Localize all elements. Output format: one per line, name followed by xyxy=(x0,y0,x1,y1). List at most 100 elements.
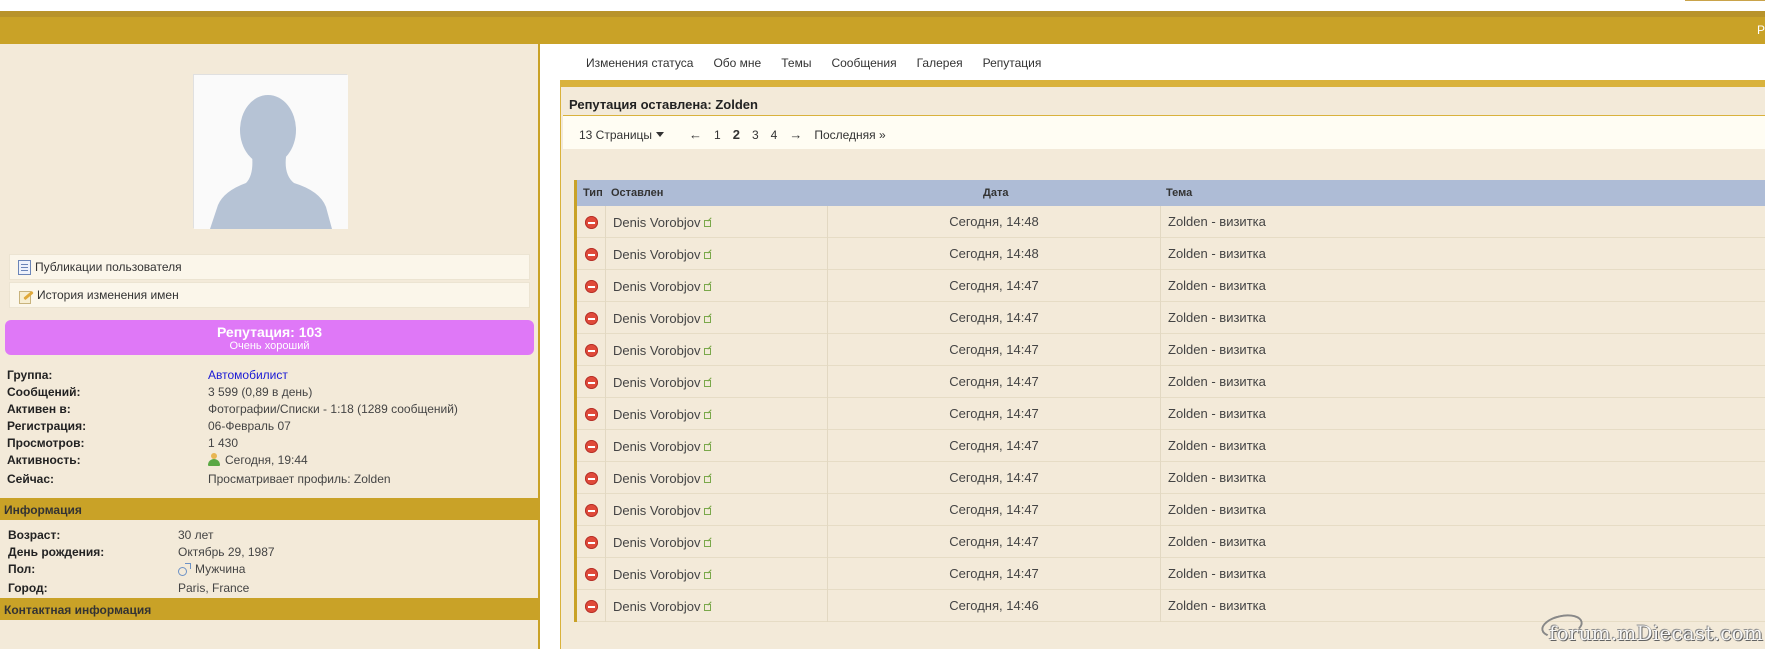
tab-about[interactable]: Обо мне xyxy=(713,56,761,70)
cell-type xyxy=(577,238,606,270)
giver-name: Denis Vorobjov xyxy=(613,215,701,230)
topic-link[interactable]: Zolden - визитка xyxy=(1161,462,1266,494)
tab-posts[interactable]: Сообщения xyxy=(831,56,896,70)
giver-link[interactable]: Denis Vorobjov xyxy=(613,343,712,358)
cell-type xyxy=(577,558,606,590)
external-link-icon[interactable] xyxy=(704,412,712,419)
giver-name: Denis Vorobjov xyxy=(613,439,701,454)
user-publications-link[interactable]: Публикации пользователя xyxy=(9,254,530,280)
cell-given-by: Denis Vorobjov xyxy=(606,590,828,622)
tab-gallery[interactable]: Галерея xyxy=(917,56,963,70)
external-link-icon[interactable] xyxy=(704,572,712,579)
profile-sidebar: Публикации пользователя История изменени… xyxy=(0,44,540,649)
external-link-icon[interactable] xyxy=(704,380,712,387)
giver-link[interactable]: Denis Vorobjov xyxy=(613,503,712,518)
info-value: Октябрь 29, 1987 xyxy=(178,545,275,559)
topic-link[interactable]: Zolden - визитка xyxy=(1161,526,1266,558)
tab-status-changes[interactable]: Изменения статуса xyxy=(586,56,693,70)
cell-given-by: Denis Vorobjov xyxy=(606,430,828,462)
giver-link[interactable]: Denis Vorobjov xyxy=(613,247,712,262)
cell-given-by: Denis Vorobjov xyxy=(606,494,828,526)
external-link-icon[interactable] xyxy=(704,348,712,355)
negative-rating-icon xyxy=(585,216,598,229)
page-link[interactable]: 4 xyxy=(771,128,778,142)
cell-date: Сегодня, 14:47 xyxy=(828,558,1161,590)
external-link-icon[interactable] xyxy=(704,604,712,611)
external-link-icon[interactable] xyxy=(704,220,712,227)
table-row: Denis Vorobjov Сегодня, 14:48 Zolden - виз… xyxy=(577,238,1765,270)
external-link-icon[interactable] xyxy=(704,444,712,451)
giver-link[interactable]: Denis Vorobjov xyxy=(613,599,712,614)
external-link-icon[interactable] xyxy=(704,252,712,259)
table-row: Denis Vorobjov Сегодня, 14:47 Zolden - виз… xyxy=(577,494,1765,526)
external-link-icon[interactable] xyxy=(704,316,712,323)
topic-link[interactable]: Zolden - визитка xyxy=(1161,206,1266,238)
giver-link[interactable]: Denis Vorobjov xyxy=(613,535,712,550)
group-link[interactable]: Автомобилист xyxy=(208,368,288,382)
info-birthday: День рождения: Октябрь 29, 1987 xyxy=(8,545,533,562)
giver-link[interactable]: Denis Vorobjov xyxy=(613,471,712,486)
next-page-arrow[interactable]: → xyxy=(789,127,802,142)
cell-given-by: Denis Vorobjov xyxy=(606,398,828,430)
cell-date: Сегодня, 14:47 xyxy=(828,526,1161,558)
last-page-link[interactable]: Последняя » xyxy=(814,128,885,142)
page-link[interactable]: 1 xyxy=(714,128,721,142)
giver-link[interactable]: Denis Vorobjov xyxy=(613,439,712,454)
detail-label: Сообщений: xyxy=(7,385,81,399)
tabs-underline xyxy=(560,80,1765,87)
header-bar: P xyxy=(0,11,1765,44)
detail-activity: Активность: Сегодня, 19:44 xyxy=(7,453,532,470)
topic-link[interactable]: Zolden - визитка xyxy=(1161,302,1266,334)
giver-name: Denis Vorobjov xyxy=(613,279,701,294)
negative-rating-icon xyxy=(585,472,598,485)
current-page: 2 xyxy=(732,127,740,142)
tab-reputation[interactable]: Репутация xyxy=(983,56,1042,70)
detail-value-wrap: Сегодня, 19:44 xyxy=(208,453,308,467)
external-link-icon[interactable] xyxy=(704,508,712,515)
giver-name: Denis Vorobjov xyxy=(613,375,701,390)
external-link-icon[interactable] xyxy=(704,284,712,291)
detail-label: Активность: xyxy=(7,453,81,467)
negative-rating-icon xyxy=(585,536,598,549)
topic-link[interactable]: Zolden - визитка xyxy=(1161,366,1266,398)
topic-link[interactable]: Zolden - визитка xyxy=(1161,238,1266,270)
topic-link[interactable]: Zolden - визитка xyxy=(1161,494,1266,526)
giver-link[interactable]: Denis Vorobjov xyxy=(613,407,712,422)
topic-link[interactable]: Zolden - визитка xyxy=(1161,430,1266,462)
cell-type xyxy=(577,590,606,622)
search-box-edge[interactable] xyxy=(1685,0,1765,1)
cell-given-by: Denis Vorobjov xyxy=(606,334,828,366)
panel-title: Репутация оставлена: Zolden xyxy=(569,97,758,112)
giver-link[interactable]: Denis Vorobjov xyxy=(613,567,712,582)
active-forum-link[interactable]: Фотографии/Списки - 1:18 (1289 сообщений… xyxy=(208,402,458,416)
topic-link[interactable]: Zolden - визитка xyxy=(1161,590,1266,622)
negative-rating-icon xyxy=(585,408,598,421)
giver-link[interactable]: Denis Vorobjov xyxy=(613,311,712,326)
name-history-link[interactable]: История изменения имен xyxy=(9,282,530,308)
edit-names-icon xyxy=(18,288,33,304)
topic-link[interactable]: Zolden - визитка xyxy=(1161,398,1266,430)
topic-link[interactable]: Zolden - визитка xyxy=(1161,558,1266,590)
topic-link[interactable]: Zolden - визитка xyxy=(1161,270,1266,302)
topic-link[interactable]: Zolden - визитка xyxy=(1161,334,1266,366)
giver-link[interactable]: Denis Vorobjov xyxy=(613,375,712,390)
cell-type xyxy=(577,302,606,334)
external-link-icon[interactable] xyxy=(704,476,712,483)
prev-page-arrow[interactable]: ← xyxy=(689,127,702,142)
detail-posts: Сообщений: 3 599 (0,89 в день) xyxy=(7,385,532,402)
page-link[interactable]: 3 xyxy=(752,128,759,142)
column-date: Дата xyxy=(983,187,1009,199)
giver-link[interactable]: Denis Vorobjov xyxy=(613,279,712,294)
info-label: День рождения: xyxy=(8,545,105,559)
reputation-badge: Репутация: 103 Очень хороший xyxy=(5,320,534,355)
cell-date: Сегодня, 14:47 xyxy=(828,302,1161,334)
external-link-icon[interactable] xyxy=(704,540,712,547)
reputation-table: Тип Оставлен Дата Тема Denis Vorobjov Сег… xyxy=(574,180,1765,622)
pages-dropdown[interactable]: 13 Страницы xyxy=(579,128,664,142)
giver-name: Denis Vorobjov xyxy=(613,311,701,326)
cell-type xyxy=(577,526,606,558)
header-user-link[interactable]: P xyxy=(1757,23,1765,37)
negative-rating-icon xyxy=(585,600,598,613)
tab-topics[interactable]: Темы xyxy=(781,56,811,70)
giver-link[interactable]: Denis Vorobjov xyxy=(613,215,712,230)
